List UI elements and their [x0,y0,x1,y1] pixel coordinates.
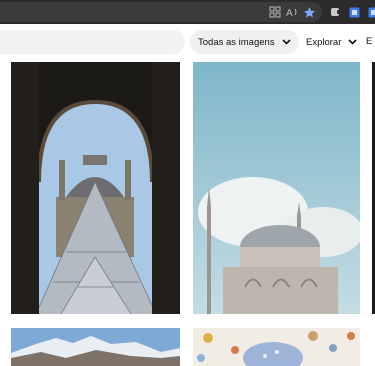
explore-dropdown[interactable]: Explorar [298,30,365,54]
search-input[interactable] [0,30,185,54]
cut-off-menu-label[interactable]: E [366,36,372,47]
photo-mosque[interactable] [193,62,360,314]
chevron-down-icon [348,37,357,48]
read-aloud-icon[interactable]: A [286,5,300,19]
all-images-dropdown[interactable]: Todas as imagens [190,30,299,54]
grid-view-icon[interactable] [268,5,282,19]
favorite-star-icon[interactable] [302,5,316,19]
explore-label: Explorar [306,36,342,48]
all-images-label: Todas as imagens [198,36,275,48]
photo-louvre[interactable] [11,62,180,314]
chevron-down-icon [282,37,291,48]
extension-square-icon[interactable] [347,5,361,19]
browser-toolbar: A [0,0,375,24]
photo-mountains[interactable] [11,328,180,366]
extension-square-icon[interactable] [366,5,375,19]
extension-icon[interactable] [328,5,342,19]
svg-text:A: A [286,8,293,18]
filter-toolbar: Todas as imagens Explorar E [0,24,375,60]
photo-floral-pattern[interactable] [193,328,360,366]
